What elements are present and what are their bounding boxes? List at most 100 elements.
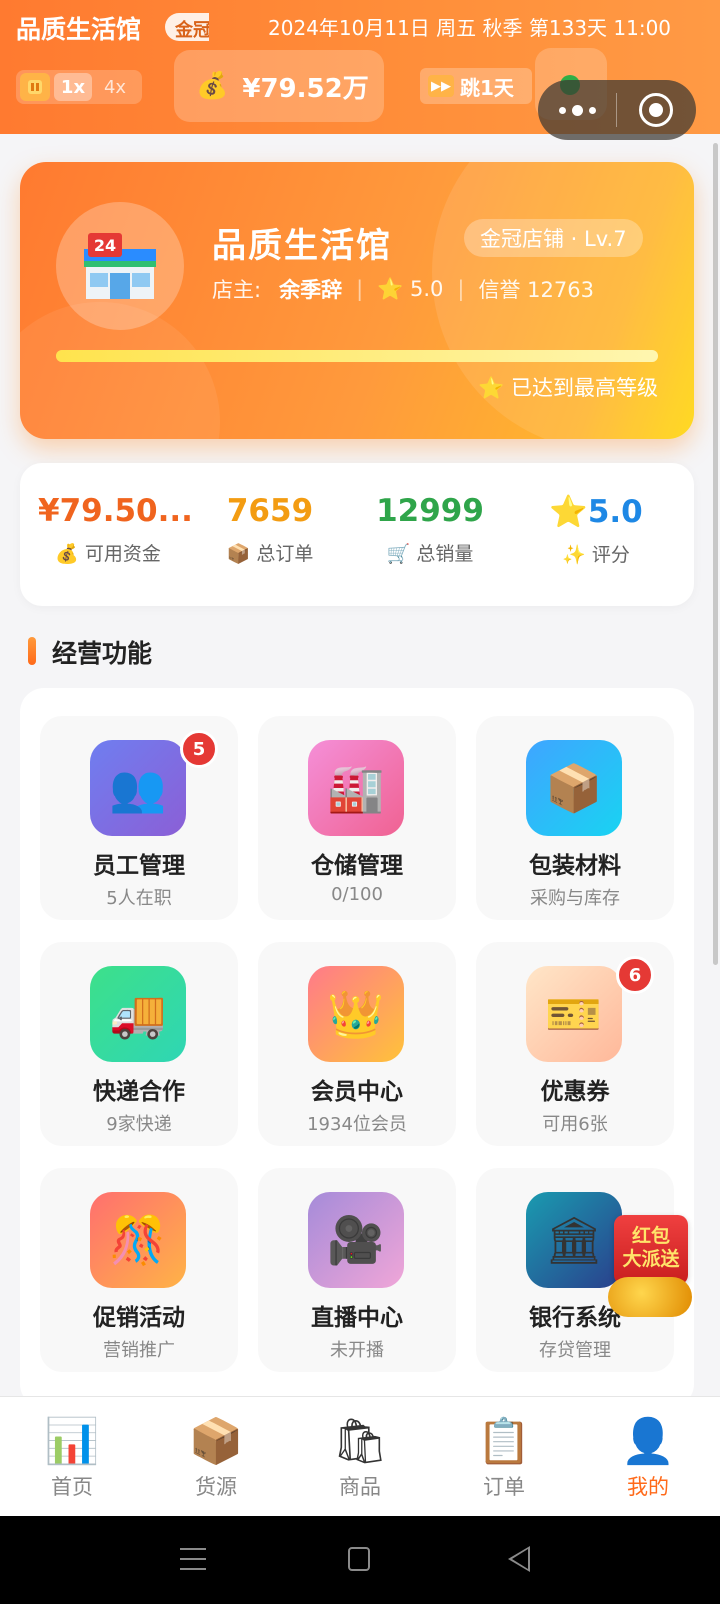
clipboard-icon: 📋 xyxy=(476,1416,532,1467)
stat-label: 🛒 总销量 xyxy=(386,543,474,565)
package-icon: 📦 xyxy=(526,740,622,836)
stat-orders[interactable]: 7659 📦 总订单 xyxy=(210,493,330,566)
tile-sub: 采购与库存 xyxy=(530,888,620,909)
tab-label: 我的 xyxy=(627,1475,669,1499)
shop-level-badge: 金冠店铺 · Lv.7 xyxy=(464,219,643,257)
fast-forward-icon: ▶▶ xyxy=(428,75,454,97)
gold-coins-icon xyxy=(608,1277,692,1317)
skip-day-label: 跳1天 xyxy=(460,75,514,100)
tile-coupons[interactable]: 🎫 6 优惠券 可用6张 xyxy=(476,942,674,1146)
tile-staff[interactable]: 👥 5 员工管理 5人在职 xyxy=(40,716,238,920)
shop-avatar: 24 xyxy=(56,202,184,330)
stat-value: 12999 xyxy=(376,493,484,529)
game-datetime: 2024年10月11日 周五 秋季 第133天 11:00 xyxy=(268,16,672,40)
stat-sales[interactable]: 12999 🛒 总销量 xyxy=(370,493,490,566)
crown-tag: 金冠 xyxy=(165,13,209,41)
shop-info-card: 24 品质生活馆 金冠店铺 · Lv.7 店主: 余季辞 | ⭐ 5.0 | 信… xyxy=(20,162,694,439)
pause-icon xyxy=(28,80,42,94)
owner-line: 店主: 余季辞 | ⭐ 5.0 | 信誉 12763 xyxy=(212,274,594,304)
money-bag-icon: 💰 xyxy=(196,71,229,101)
level-progress-bar xyxy=(56,350,658,362)
system-nav-bar xyxy=(0,1516,720,1604)
tile-name: 优惠券 xyxy=(540,1079,610,1105)
stat-label: 📦 总订单 xyxy=(226,543,314,565)
convenience-store-icon: 24 xyxy=(84,233,156,299)
owner-label: 店主: xyxy=(212,278,262,302)
tile-name: 直播中心 xyxy=(311,1305,403,1331)
tile-live[interactable]: 🎥 直播中心 未开播 xyxy=(258,1168,456,1372)
top-header: 品质生活馆 金冠 2024年10月11日 周五 秋季 第133天 11:00 1… xyxy=(0,0,720,140)
shopping-bags-icon: 🛍 xyxy=(332,1416,388,1467)
staff-icon: 👥 xyxy=(90,740,186,836)
max-level-note: ⭐ 已达到最高等级 xyxy=(478,376,658,400)
tile-sub: 9家快递 xyxy=(106,1114,172,1135)
skip-day-button[interactable]: ▶▶ 跳1天 xyxy=(420,68,532,104)
tile-sub: 0/100 xyxy=(331,884,383,905)
tab-supply[interactable]: 📦 货源 xyxy=(144,1397,288,1517)
tile-sub: 营销推广 xyxy=(103,1340,175,1361)
stat-value: 7659 xyxy=(226,493,314,529)
bottom-tab-bar: 📊 首页 📦 货源 🛍 商品 📋 订单 👤 我的 xyxy=(0,1396,720,1516)
back-triangle-icon[interactable] xyxy=(508,1546,530,1572)
tile-courier[interactable]: 🚚 快递合作 9家快递 xyxy=(40,942,238,1146)
shop-credit: 信誉 12763 xyxy=(478,278,594,302)
tab-label: 订单 xyxy=(483,1475,525,1499)
video-camera-icon: 🎥 xyxy=(308,1192,404,1288)
tile-name: 仓储管理 xyxy=(311,853,403,879)
tile-members[interactable]: 👑 会员中心 1934位会员 xyxy=(258,942,456,1146)
tile-name: 促销活动 xyxy=(93,1305,185,1331)
tile-sub: 存贷管理 xyxy=(539,1340,611,1361)
tile-promotions[interactable]: 🎊 促销活动 营销推广 xyxy=(40,1168,238,1372)
tab-home[interactable]: 📊 首页 xyxy=(0,1397,144,1517)
stats-card: ¥79.50... 💰 可用资金 7659 📦 总订单 12999 🛒 总销量 … xyxy=(20,463,694,606)
shop-title: 品质生活馆 xyxy=(212,226,392,266)
stat-value: ¥79.50... xyxy=(38,493,193,529)
stat-rating[interactable]: ⭐5.0 ✨ 评分 xyxy=(536,493,656,567)
notification-badge: 6 xyxy=(616,956,654,994)
speed-4x-button[interactable]: 4x xyxy=(96,73,134,101)
stat-value: ⭐5.0 xyxy=(549,494,643,530)
tab-label: 首页 xyxy=(51,1475,93,1499)
crown-icon: 👑 xyxy=(308,966,404,1062)
tab-orders[interactable]: 📋 订单 xyxy=(432,1397,576,1517)
chart-icon: 📊 xyxy=(44,1416,100,1467)
ticket-icon: 🎫 xyxy=(526,966,622,1062)
more-options-button[interactable] xyxy=(538,80,616,140)
red-envelope-icon: 红包 大派送 xyxy=(614,1215,688,1285)
menu-icon[interactable] xyxy=(180,1548,206,1570)
owner-name: 余季辞 xyxy=(279,278,343,302)
tile-sub: 未开播 xyxy=(330,1340,384,1361)
speed-1x-button[interactable]: 1x xyxy=(54,73,92,101)
scrollbar[interactable] xyxy=(713,143,718,965)
truck-icon: 🚚 xyxy=(90,966,186,1062)
red-envelope-floating-button[interactable]: 红包 大派送 xyxy=(608,1215,692,1319)
user-icon: 👤 xyxy=(620,1416,676,1467)
home-square-icon[interactable] xyxy=(348,1547,370,1571)
stat-label: ✨ 评分 xyxy=(562,544,630,566)
confetti-icon: 🎊 xyxy=(90,1192,186,1288)
tab-label: 商品 xyxy=(339,1475,381,1499)
target-icon xyxy=(639,93,673,127)
stat-funds[interactable]: ¥79.50... 💰 可用资金 xyxy=(38,493,193,566)
tab-label: 货源 xyxy=(195,1475,237,1499)
pause-button[interactable] xyxy=(20,73,50,101)
tile-sub: 可用6张 xyxy=(542,1114,608,1135)
tile-name: 快递合作 xyxy=(93,1079,185,1105)
section-title: 经营功能 xyxy=(52,639,153,668)
tile-packaging[interactable]: 📦 包装材料 采购与库存 xyxy=(476,716,674,920)
stat-label: 💰 可用资金 xyxy=(55,543,161,565)
tab-profile[interactable]: 👤 我的 xyxy=(576,1397,720,1517)
close-miniapp-button[interactable] xyxy=(617,80,695,140)
tile-name: 会员中心 xyxy=(311,1079,403,1105)
tile-name: 员工管理 xyxy=(93,853,185,879)
money-amount: ¥79.52万 xyxy=(242,73,369,104)
miniapp-capsule xyxy=(538,80,696,140)
tile-warehouse[interactable]: 🏭 仓储管理 0/100 xyxy=(258,716,456,920)
box-icon: 📦 xyxy=(188,1416,244,1467)
tile-sub: 5人在职 xyxy=(106,888,172,909)
factory-icon: 🏭 xyxy=(308,740,404,836)
section-accent-bar xyxy=(28,637,36,665)
tile-sub: 1934位会员 xyxy=(307,1114,407,1135)
tile-name: 包装材料 xyxy=(529,853,621,879)
tab-products[interactable]: 🛍 商品 xyxy=(288,1397,432,1517)
